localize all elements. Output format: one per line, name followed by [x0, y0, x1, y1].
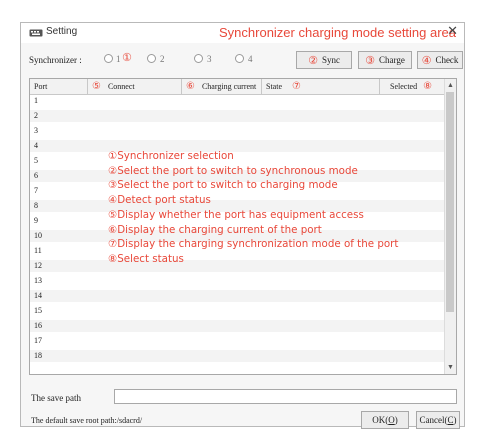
marker-6: ⑥ [186, 81, 195, 92]
column-charging-current-label: Charging current [201, 82, 257, 91]
scroll-up-arrow-icon[interactable]: ▲ [445, 80, 456, 91]
marker-4: ④ [421, 53, 432, 67]
marker-2: ② [308, 53, 318, 67]
marker-5: ⑤ [92, 81, 101, 92]
table-row[interactable]: 18 [30, 350, 446, 362]
synchronizer-toolbar: Synchronizer : 1 ① 2 3 4 ② Sync ③ Charge… [21, 47, 464, 73]
annotation-title: Synchronizer charging mode setting area [219, 25, 457, 40]
note-1: ①Synchronizer selection [108, 150, 234, 162]
marker-1: ① [122, 51, 132, 64]
close-icon[interactable]: ✕ [447, 24, 458, 39]
settings-window: Setting Synchronizer charging mode setti… [20, 22, 465, 429]
title-bar: Setting Synchronizer charging mode setti… [21, 23, 464, 43]
column-state[interactable]: State ⑦ [262, 79, 380, 94]
sync-button-label: Sync [321, 55, 340, 65]
charge-button[interactable]: ③ Charge [358, 51, 412, 69]
synchronizer-radio-4[interactable] [235, 54, 244, 63]
ok-button-label: OK( [372, 415, 389, 425]
check-button[interactable]: ④ Check [417, 51, 463, 69]
note-6: ⑥Display the charging current of the por… [108, 223, 322, 236]
default-root-path-text: The default save root path:/sdacrd/ [31, 416, 143, 425]
sync-button[interactable]: ② Sync [296, 51, 352, 69]
port-number: 12 [34, 261, 42, 270]
scroll-down-arrow-icon[interactable]: ▼ [445, 362, 456, 373]
column-port-label: Port [34, 82, 48, 91]
ok-button-paren: ) [394, 415, 398, 425]
port-number: 10 [34, 231, 42, 240]
synchronizer-radio-2-label: 2 [160, 54, 165, 64]
port-number: 6 [34, 171, 38, 180]
note-2: ②Select the port to switch to synchronou… [108, 164, 358, 177]
note-4: ④Detect port status [108, 194, 211, 207]
table-row[interactable]: 17 [30, 335, 446, 347]
column-selected-label: Selected [390, 82, 418, 91]
synchronizer-radio-1-label: 1 [116, 54, 121, 64]
table-row[interactable]: 13 [30, 275, 446, 287]
synchronizer-radio-3[interactable] [194, 54, 203, 63]
annotation-notes: ①Synchronizer selection ②Select the port… [108, 149, 398, 267]
marker-3: ③ [365, 53, 376, 67]
marker-7: ⑦ [292, 81, 301, 92]
port-number: 2 [34, 111, 38, 120]
port-number: 13 [34, 276, 42, 285]
save-path-label: The save path [31, 393, 81, 403]
synchronizer-radio-4-label: 4 [248, 54, 253, 64]
port-number: 8 [34, 201, 38, 210]
port-number: 4 [34, 141, 38, 150]
check-button-label: Check [435, 55, 459, 65]
note-8: ⑧Select status [108, 252, 184, 265]
column-port[interactable]: Port [30, 79, 88, 94]
port-number: 7 [34, 186, 38, 195]
note-5: ⑤Display whether the port has equipment … [108, 208, 364, 221]
port-number: 14 [34, 291, 42, 300]
table-row[interactable]: 3 [30, 125, 446, 137]
port-number: 11 [34, 246, 42, 255]
port-number: 9 [34, 216, 38, 225]
synchronizer-label: Synchronizer : [29, 55, 82, 65]
column-connect-label: Connect [107, 82, 135, 91]
keyboard-icon [29, 29, 43, 37]
cancel-button[interactable]: Cancel(C) [416, 411, 460, 429]
port-number: 5 [34, 156, 38, 165]
port-number: 16 [34, 321, 42, 330]
window-title: Setting [46, 26, 78, 37]
port-number: 18 [34, 351, 42, 360]
column-state-label: State [266, 82, 282, 91]
table-row[interactable]: 14 [30, 290, 446, 302]
table-row[interactable]: 16 [30, 320, 446, 332]
marker-8: ⑧ [423, 81, 433, 92]
port-number: 3 [34, 126, 38, 135]
cancel-button-paren: ) [453, 415, 457, 425]
table-header: Port ⑤ Connect ⑥ Charging current State … [30, 79, 446, 95]
port-number: 17 [34, 336, 42, 345]
synchronizer-radio-2[interactable] [147, 54, 156, 63]
synchronizer-radio-1[interactable] [104, 54, 113, 63]
ok-button[interactable]: OK(O) [361, 411, 409, 429]
table-row[interactable]: 2 [30, 110, 446, 122]
port-number: 1 [34, 96, 38, 105]
table-row[interactable]: 15 [30, 305, 446, 317]
column-selected[interactable]: Selected ⑧ [380, 79, 446, 94]
cancel-button-label: Cancel( [419, 415, 448, 425]
note-7: ⑦Display the charging synchronization mo… [108, 238, 399, 251]
column-connect[interactable]: ⑤ Connect [88, 79, 182, 94]
table-row[interactable]: 1 [30, 95, 446, 107]
port-number: 15 [34, 306, 42, 315]
vertical-scrollbar[interactable]: ▲ ▼ [444, 79, 456, 374]
note-3: ③Select the port to switch to charging m… [108, 179, 338, 192]
charge-button-label: Charge [379, 55, 405, 65]
scrollbar-thumb[interactable] [446, 92, 454, 312]
synchronizer-radio-3-label: 3 [207, 54, 212, 64]
column-charging-current[interactable]: ⑥ Charging current [182, 79, 262, 94]
save-path-input[interactable] [114, 389, 457, 404]
